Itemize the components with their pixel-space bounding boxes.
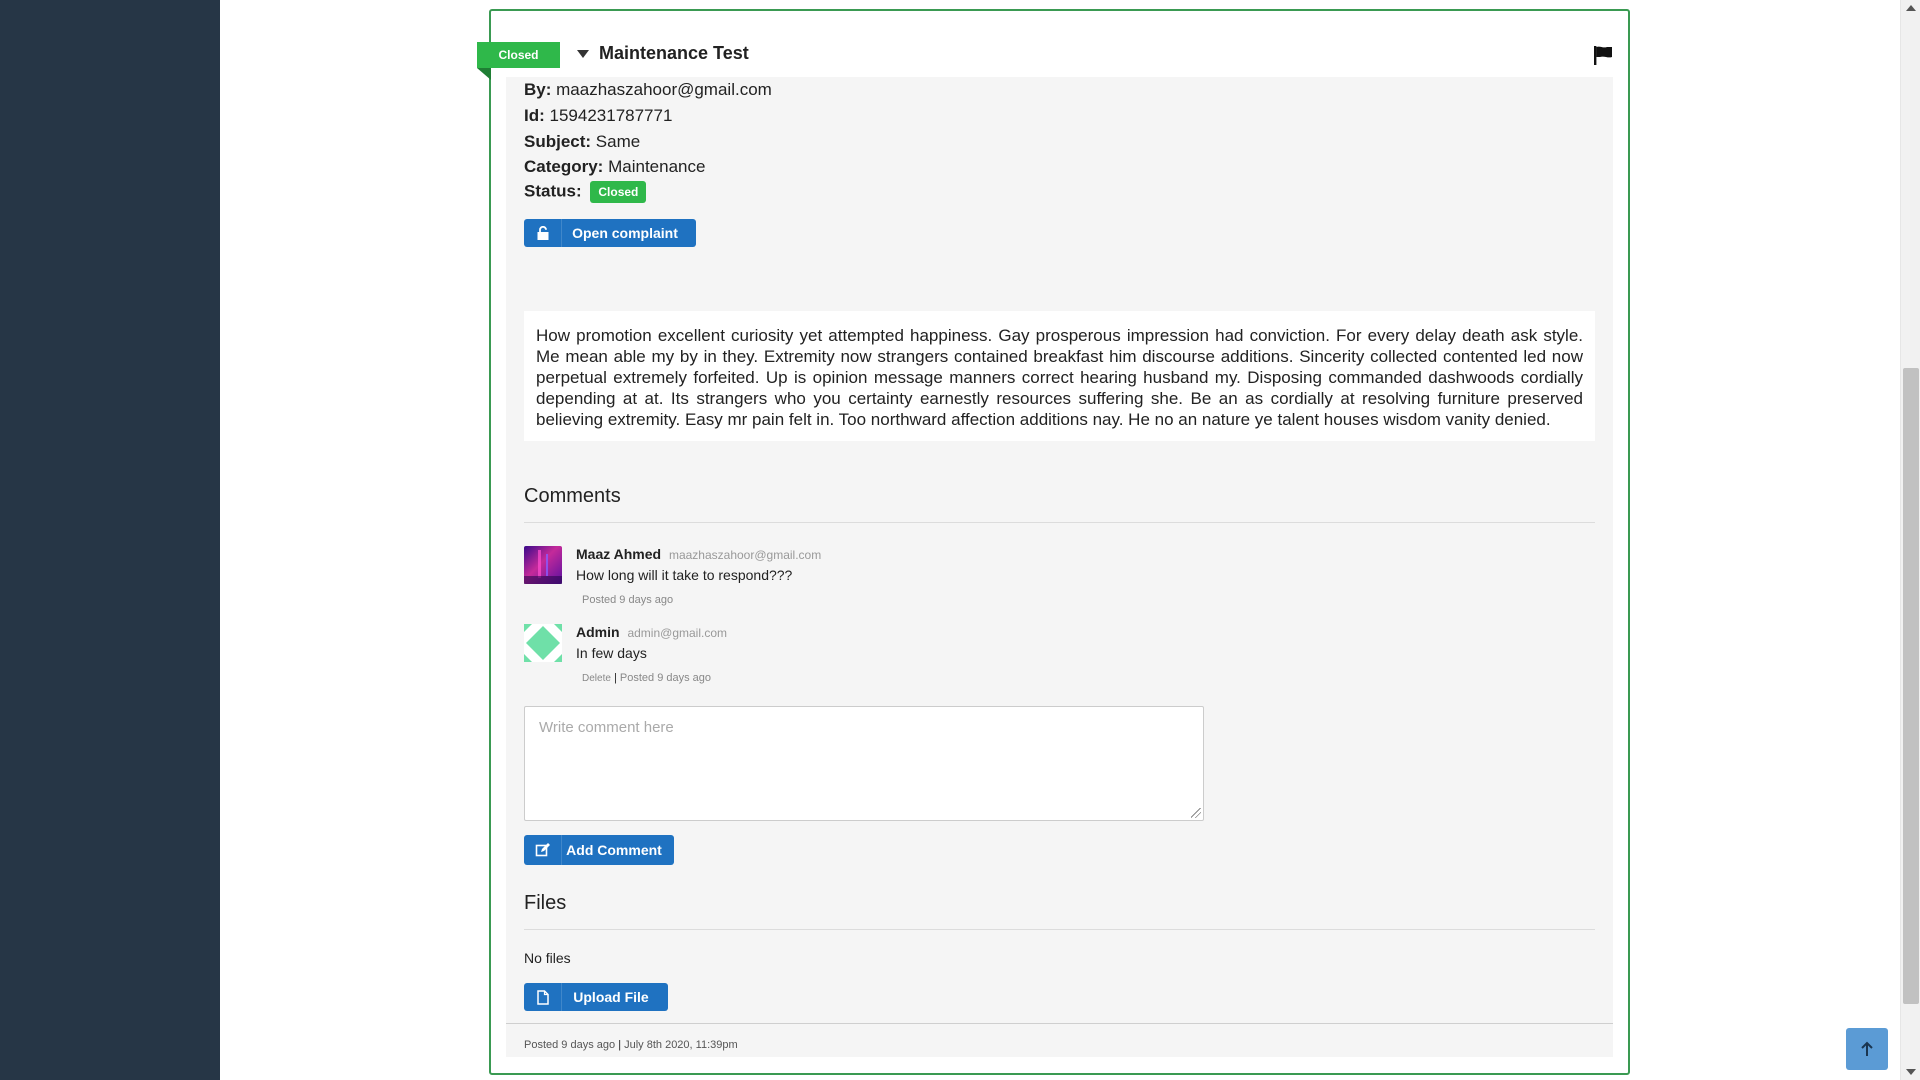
footer-posted: Posted 9 days ago <box>524 1039 616 1051</box>
complaint-footer: Posted 9 days ago | July 8th 2020, 11:39… <box>524 1039 738 1051</box>
sidebar <box>0 0 220 1080</box>
comment-email: admin@gmail.com <box>627 626 727 640</box>
comment-footer-separator: | <box>613 672 617 684</box>
caret-down-icon[interactable] <box>577 49 589 58</box>
unlock-icon <box>524 219 562 247</box>
comment-header: Maaz Ahmed maazhaszahoor@gmail.com <box>576 546 821 562</box>
no-files-text: No files <box>524 950 571 966</box>
footer-divider <box>506 1023 1613 1024</box>
upload-file-label: Upload File <box>573 989 649 1005</box>
by-value: maazhaszahoor@gmail.com <box>556 80 772 99</box>
complaint-description: How promotion excellent curiosity yet at… <box>524 311 1595 441</box>
scroll-down-arrow-icon[interactable] <box>1906 1069 1916 1075</box>
status-badge: Closed <box>590 181 647 203</box>
edit-icon <box>524 835 562 865</box>
comment-email: maazhaszahoor@gmail.com <box>668 548 822 562</box>
meta-subject: Subject: Same <box>524 132 640 152</box>
comments-title: Comments <box>524 485 621 507</box>
files-title: Files <box>524 892 567 914</box>
status-label: Status: <box>524 181 582 201</box>
category-label: Category: <box>524 157 604 176</box>
arrow-up-icon <box>1861 1041 1873 1056</box>
footer-separator: | <box>618 1039 622 1051</box>
by-label: By: <box>524 80 552 99</box>
comment-author: Maaz Ahmed <box>576 546 662 562</box>
scrollbar-thumb[interactable] <box>1903 368 1919 1004</box>
complaint-card: Closed Maintenance Test By: maazhaszahoo… <box>477 9 1630 1075</box>
delete-comment-link[interactable]: Delete <box>582 673 611 684</box>
add-comment-button[interactable]: Add Comment <box>524 835 674 865</box>
comment-posted: Posted 9 days ago <box>582 594 674 606</box>
comment-footer: Delete | Posted 9 days ago <box>582 672 711 684</box>
meta-status: Status: Closed <box>524 181 647 203</box>
subject-value: Same <box>595 132 641 151</box>
flag-icon[interactable] <box>1592 44 1614 66</box>
files-divider <box>524 929 1595 930</box>
add-comment-label: Add Comment <box>566 842 662 858</box>
complaint-header[interactable]: Maintenance Test <box>577 43 749 64</box>
comment-footer: Posted 9 days ago <box>582 594 673 606</box>
comment-input[interactable]: Write comment here <box>524 706 1204 821</box>
comments-divider <box>524 522 1595 523</box>
id-label: Id: <box>524 106 545 125</box>
comment-text: In few days <box>576 645 647 661</box>
comment-input-placeholder: Write comment here <box>539 719 674 736</box>
id-value: 1594231787771 <box>549 106 673 125</box>
comment-item: Maaz Ahmed maazhaszahoor@gmail.com How l… <box>524 546 1595 606</box>
complaint-panel: By: maazhaszahoor@gmail.com Id: 15942317… <box>506 77 1613 1057</box>
resize-handle[interactable] <box>1191 808 1201 818</box>
file-icon <box>524 983 562 1011</box>
page-scrollbar[interactable] <box>1900 0 1920 1080</box>
meta-id: Id: 1594231787771 <box>524 106 672 126</box>
footer-date: July 8th 2020, 11:39pm <box>624 1039 738 1051</box>
upload-file-button[interactable]: Upload File <box>524 983 668 1011</box>
comment-author: Admin <box>576 624 620 640</box>
meta-by: By: maazhaszahoor@gmail.com <box>524 80 772 100</box>
subject-label: Subject: <box>524 132 592 151</box>
open-complaint-button[interactable]: Open complaint <box>524 219 696 247</box>
category-value: Maintenance <box>608 157 706 176</box>
comment-text: How long will it take to respond??? <box>576 567 793 583</box>
status-ribbon: Closed <box>477 42 560 68</box>
meta-category: Category: Maintenance <box>524 157 705 177</box>
ribbon-fold <box>477 68 491 80</box>
comment-posted: Posted 9 days ago <box>619 672 712 684</box>
comment-item: Admin admin@gmail.com In few days Delete… <box>524 624 1595 684</box>
avatar <box>524 624 562 662</box>
scroll-to-top-button[interactable] <box>1846 1028 1888 1070</box>
complaint-title: Maintenance Test <box>599 43 749 63</box>
open-complaint-label: Open complaint <box>572 225 678 241</box>
scroll-up-arrow-icon[interactable] <box>1906 5 1916 11</box>
comment-header: Admin admin@gmail.com <box>576 624 727 640</box>
avatar <box>524 546 562 584</box>
